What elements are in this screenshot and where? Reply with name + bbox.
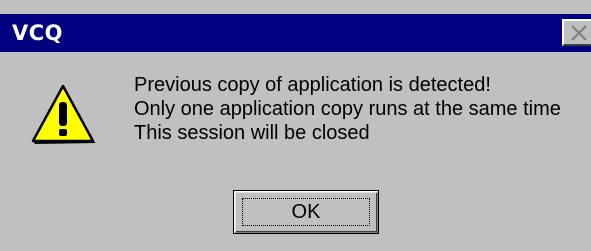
- close-button[interactable]: [562, 19, 591, 46]
- close-icon: [571, 25, 587, 41]
- message-text: Previous copy of application is detected…: [134, 73, 561, 145]
- ok-button-label: OK: [291, 201, 321, 223]
- focus-rectangle: OK: [242, 198, 370, 226]
- message-line-2: Only one application copy runs at the sa…: [134, 98, 561, 120]
- window-title: VCQ: [12, 21, 64, 45]
- message-dialog: VCQ Previous copy of application is dete…: [0, 0, 591, 251]
- ok-button[interactable]: OK: [233, 190, 379, 234]
- message-line-1: Previous copy of application is detected…: [134, 74, 491, 96]
- message-line-3: This session will be closed: [134, 122, 370, 144]
- warning-icon: [31, 84, 96, 144]
- title-bar[interactable]: VCQ: [0, 14, 591, 52]
